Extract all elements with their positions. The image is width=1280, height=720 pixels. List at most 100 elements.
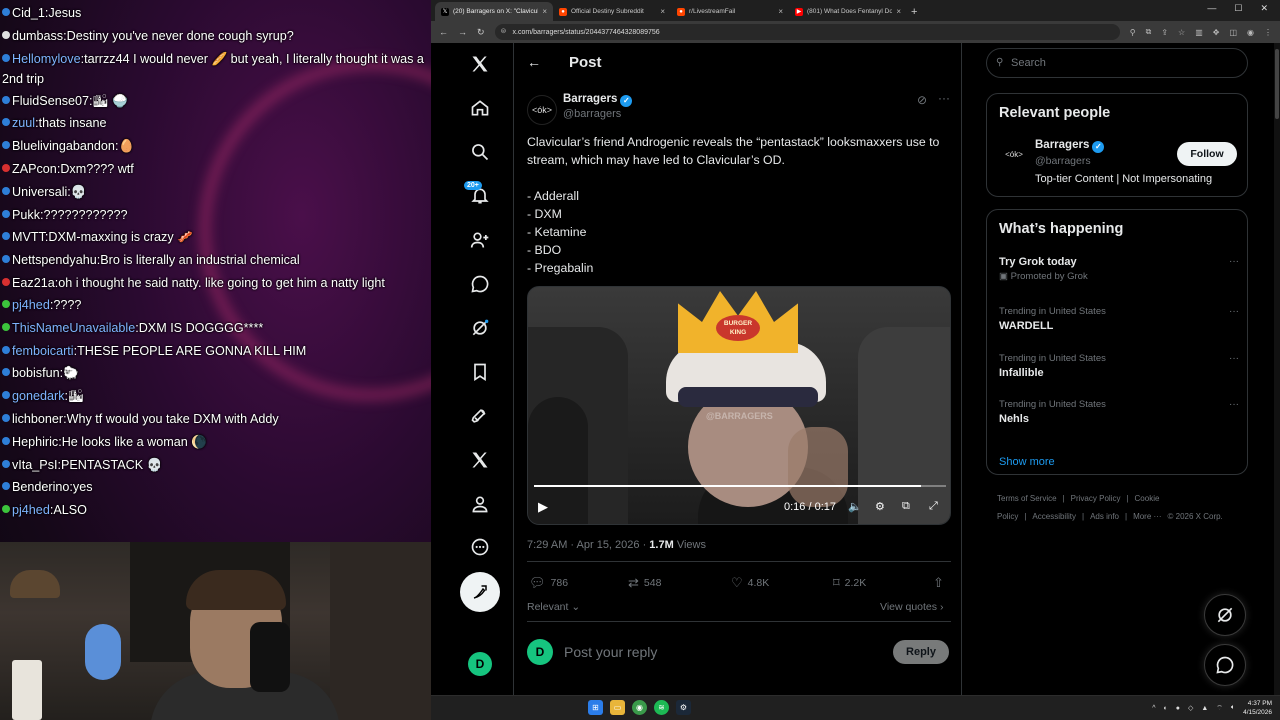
back-arrow-icon[interactable]: ← [527,54,541,70]
tab-close-icon[interactable]: × [896,7,901,16]
grok-fab-icon[interactable] [1204,594,1246,636]
speaker-icon[interactable]: 🔈︎ [1231,704,1235,712]
footer-link[interactable]: Accessibility [1032,512,1076,521]
chat-username[interactable]: dumbass [12,29,63,43]
url-field[interactable]: x.com/barragers/status/20443774643280897… [494,24,1120,40]
view-quotes-link[interactable]: View quotes › [880,601,943,613]
reload-icon[interactable]: ↻ [477,27,485,38]
show-more-link[interactable]: Show more [999,456,1055,468]
grok-icon[interactable] [462,310,498,346]
bookmark-action[interactable]: ⌑ 2.2K [833,575,866,591]
footer-link[interactable]: More ··· [1133,512,1161,521]
author-handle[interactable]: @barragers [563,108,621,120]
clock[interactable]: 4:37 PM 4/15/2026 [1243,699,1272,717]
author-name[interactable]: Barragers ✓ [563,93,633,107]
wifi-icon[interactable]: ⌔ [1216,704,1223,713]
messages-icon[interactable] [462,266,498,302]
reply-input[interactable]: Post your reply [564,644,657,660]
more-options-icon[interactable]: ··· [1229,256,1239,267]
page-scrollbar[interactable] [1274,43,1280,695]
video-progress-bar[interactable] [534,485,946,487]
reply-action[interactable]: 💬︎ 786 [529,575,568,591]
chat-username[interactable]: Eaz21a [12,276,55,290]
zoom-icon[interactable]: ⚲ [1130,28,1136,37]
home-icon[interactable] [462,90,498,126]
maximize-icon[interactable]: ☐ [1234,3,1242,14]
video-player[interactable]: BURGER KING @BARRAGERS ▶ 0:16 / 0:17 🔈 ⚙… [527,286,951,525]
pip-icon[interactable]: ⧉ [902,500,910,513]
fullscreen-icon[interactable]: ⤢ [929,500,938,513]
browser-tab[interactable]: ● r/LivestreamFail × [671,2,789,21]
footer-link[interactable]: © 2026 X Corp. [1168,512,1223,521]
chat-username[interactable]: ThisNameUnavailable [12,321,135,335]
more-options-icon[interactable]: ··· [938,91,950,105]
person-avatar[interactable]: <ók> [1001,141,1027,167]
footer-link[interactable]: Terms of Service [997,494,1057,503]
extensions-puzzle-icon[interactable]: ✥ [1213,28,1220,37]
chat-username[interactable]: pj4hed [12,298,50,312]
chat-username[interactable]: vIta_PsI [12,458,58,472]
person-handle[interactable]: @barragers [1035,155,1091,167]
more-options-icon[interactable]: ··· [1229,306,1239,317]
explore-icon[interactable] [462,134,498,170]
profile-icon[interactable]: ◉ [1247,28,1254,37]
back-icon[interactable]: ← [439,27,448,37]
steam-icon[interactable]: ⚙ [676,700,691,715]
tray-app-icon[interactable]: ◇ [1188,704,1193,712]
sidebar-icon[interactable]: ◫ [1229,28,1237,37]
chat-username[interactable]: Universali [12,185,67,199]
trend-item[interactable]: Trending in United States WARDELL ··· [999,306,1239,332]
browser-tab[interactable]: ● Official Destiny Subreddit × [553,2,671,21]
volume-icon[interactable]: 🔈 [848,500,862,513]
browser-tab[interactable]: 𝕏 (20) Barragers on X: "Claviculi × [435,2,553,21]
chrome-icon[interactable]: ◉ [632,700,647,715]
scrollbar-thumb[interactable] [1275,49,1279,119]
more-options-icon[interactable]: ··· [1229,399,1239,410]
chat-username[interactable]: FluidSense07 [12,94,89,108]
grok-explain-icon[interactable]: ⊘ [917,93,927,107]
follow-icon[interactable] [462,222,498,258]
follow-button[interactable]: Follow [1177,142,1237,166]
sort-relevant-dropdown[interactable]: Relevant ⌄ [527,601,580,613]
tab-close-icon[interactable]: × [660,7,665,16]
browser-menu-icon[interactable]: ⋮ [1264,28,1272,37]
compose-post-button[interactable] [460,572,500,612]
post-timestamp[interactable]: 7:29 AM · Apr 15, 2026 · [527,539,649,551]
messages-fab-icon[interactable] [1204,644,1246,686]
close-icon[interactable]: ✕ [1260,3,1268,14]
person-name-text[interactable]: Barragers [1035,139,1089,151]
trend-item[interactable]: Trending in United States Infallible ··· [999,353,1239,379]
person-name[interactable]: Barragers ✓ [1035,139,1105,153]
bookmarks-icon[interactable] [462,354,498,390]
reply-button[interactable]: Reply [893,640,949,664]
extension-icon[interactable]: ▥ [1195,28,1203,37]
trend-item[interactable]: Try Grok today ▣ Promoted by Grok ··· [999,256,1239,282]
tray-app-icon[interactable]: ● [1176,705,1180,712]
author-avatar[interactable]: <ók> [527,95,557,125]
tray-app-icon[interactable]: ◐ [1163,705,1167,712]
browser-tab[interactable]: ▶ (801) What Does Fentanyl Do × [789,2,907,21]
chat-username[interactable]: femboicarti [12,344,74,358]
jobs-rocket-icon[interactable] [462,398,498,434]
chat-username[interactable]: Benderino [12,480,69,494]
new-tab-button[interactable]: + [907,6,923,21]
chat-username[interactable]: zuul [12,116,35,130]
chat-username[interactable]: bobisfun [12,366,60,380]
windows-start-icon[interactable]: ⊞ [588,700,603,715]
chat-username[interactable]: Hephiric [12,435,58,449]
like-action[interactable]: ♡ 4.8K [731,575,769,591]
chat-username[interactable]: Cid_1 [12,6,45,20]
chat-username[interactable]: gonedark [12,389,65,403]
chat-username[interactable]: Bluelivingabandon [12,139,115,153]
spotify-icon[interactable]: ≋ [654,700,669,715]
tray-app-icon[interactable]: ▲ [1201,705,1208,712]
account-avatar[interactable]: D [468,652,492,676]
tray-chevron-icon[interactable]: ^ [1152,705,1155,712]
share-icon[interactable]: ⇪ [1161,28,1168,37]
file-explorer-icon[interactable]: ▭ [610,700,625,715]
chat-username[interactable]: Hellomylove [12,52,81,66]
settings-icon[interactable]: ⚙ [875,500,885,513]
chat-username[interactable]: MVTT [12,230,45,244]
premium-x-icon[interactable] [462,442,498,478]
install-icon[interactable]: ⧉ [1146,27,1152,37]
